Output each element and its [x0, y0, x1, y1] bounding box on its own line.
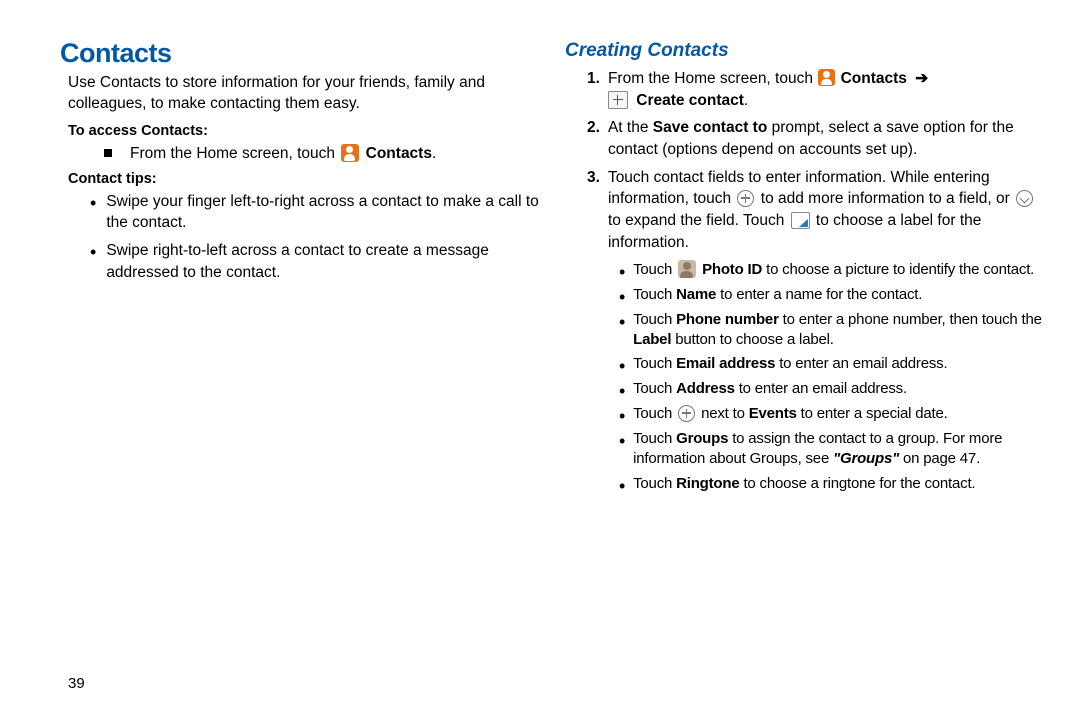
access-row: From the Home screen, touch Contacts. — [60, 143, 545, 165]
bullet-icon: • — [619, 407, 625, 425]
access-text-post: . — [432, 145, 436, 162]
tip-row-2: • Swipe right-to-left across a contact t… — [60, 240, 545, 283]
tips-heading: Contact tips: — [68, 171, 545, 187]
bullet-events: • Touch next to Events to enter a specia… — [565, 404, 1050, 425]
section-title: Contacts — [60, 38, 545, 69]
tip-row-1: • Swipe your finger left-to-right across… — [60, 191, 545, 234]
step1-pre: From the Home screen, touch — [608, 70, 817, 87]
bullet-photo: • Touch Photo ID to choose a picture to … — [565, 260, 1050, 281]
bullet-icon: • — [619, 382, 625, 400]
page-number: 39 — [68, 675, 85, 692]
step-1: 1. From the Home screen, touch Contacts … — [565, 68, 1050, 111]
step-number: 2. — [587, 117, 600, 139]
bullet-icon: • — [619, 288, 625, 306]
bullet-name: • Touch Name to enter a name for the con… — [565, 285, 1050, 306]
label-icon — [791, 212, 810, 229]
arrow-icon: ➔ — [915, 70, 928, 87]
step2-a: At the — [608, 119, 653, 136]
bullet-email: • Touch Email address to enter an email … — [565, 354, 1050, 375]
intro-text: Use Contacts to store information for yo… — [60, 73, 545, 115]
bullet-icon: • — [619, 432, 625, 450]
bullet-phone: • Touch Phone number to enter a phone nu… — [565, 310, 1050, 351]
step3-c: to expand the field. Touch — [608, 212, 789, 229]
plus-circle-icon — [678, 405, 695, 422]
bullet-icon: • — [619, 477, 625, 495]
contacts-app-icon — [818, 69, 835, 86]
access-text-pre: From the Home screen, touch — [130, 145, 339, 162]
photo-id-icon — [678, 260, 696, 278]
step3-b: to add more information to a field, or — [756, 190, 1014, 207]
bullet-icon: • — [619, 263, 625, 281]
step1-create: Create contact — [632, 92, 744, 109]
step1-post: . — [744, 92, 748, 109]
right-column: Creating Contacts 1. From the Home scree… — [565, 38, 1050, 499]
step-2: 2. At the Save contact to prompt, select… — [565, 117, 1050, 160]
access-contacts-label: Contacts — [361, 145, 432, 162]
tip-text-2: Swipe right-to-left across a contact to … — [106, 240, 545, 283]
bullet-icon: • — [619, 357, 625, 375]
step-number: 1. — [587, 68, 600, 90]
square-bullet-icon — [104, 149, 112, 157]
step1-contacts: Contacts — [836, 70, 911, 87]
tip-text-1: Swipe your finger left-to-right across a… — [106, 191, 545, 234]
access-heading: To access Contacts: — [68, 123, 545, 139]
step-number: 3. — [587, 167, 600, 189]
bullet-groups: • Touch Groups to assign the contact to … — [565, 429, 1050, 470]
chevron-circle-icon — [1016, 190, 1033, 207]
bullet-address: • Touch Address to enter an email addres… — [565, 379, 1050, 400]
bullet-icon: • — [90, 243, 96, 261]
bullet-icon: • — [619, 313, 625, 331]
plus-circle-icon — [737, 190, 754, 207]
plus-box-icon — [608, 91, 628, 109]
left-column: Contacts Use Contacts to store informati… — [60, 38, 545, 499]
contacts-app-icon — [341, 144, 359, 162]
step-3: 3. Touch contact fields to enter informa… — [565, 167, 1050, 254]
bullet-icon: • — [90, 194, 96, 212]
subsection-title: Creating Contacts — [565, 40, 1050, 62]
bullet-ringtone: • Touch Ringtone to choose a ringtone fo… — [565, 474, 1050, 495]
step2-b: Save contact to — [653, 119, 768, 136]
